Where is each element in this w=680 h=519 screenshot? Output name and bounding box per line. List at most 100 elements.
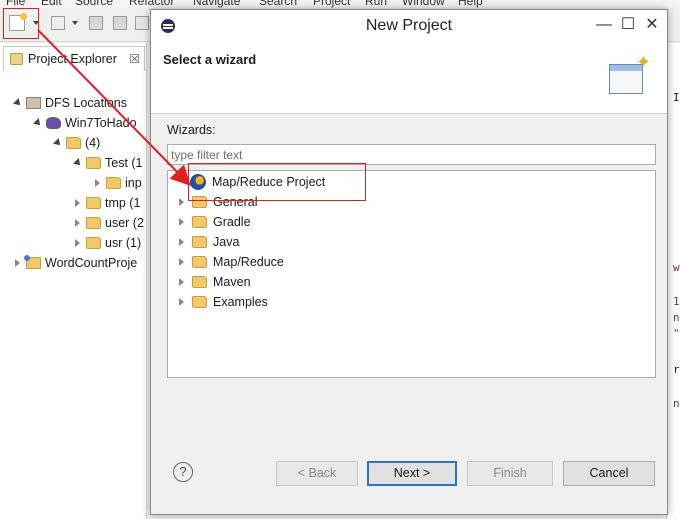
collapsed-icon[interactable] [178,278,186,286]
tree-item-test[interactable]: Test (1 [74,153,143,173]
tree-item-dfs-locations[interactable]: DFS Locations [14,93,127,113]
menu-window[interactable]: Window [402,0,445,8]
project-explorer-label: Project Explorer [28,52,117,66]
maximize-button[interactable]: ☐ [617,15,639,35]
back-button[interactable]: < Back [276,461,358,486]
tree-item-examples[interactable]: Examples [178,292,268,312]
banner-heading: Select a wizard [163,52,257,67]
collapsed-icon[interactable] [94,179,102,187]
wizards-label: Wizards: [167,123,216,137]
tree-item-input[interactable]: inp [94,173,142,193]
folder-icon [66,137,81,149]
editor-text: 1 [673,295,680,308]
collapsed-icon[interactable] [74,199,82,207]
tree-item-gradle[interactable]: Gradle [178,212,251,232]
menu-run[interactable]: Run [365,0,387,8]
menu-search[interactable]: Search [259,0,297,8]
menu-project[interactable]: Project [313,0,350,8]
save-icon[interactable] [89,16,103,30]
tree-item-label: user (2 [105,216,144,230]
folder-icon [192,276,207,288]
help-icon[interactable]: ? [173,462,193,482]
folder-icon [106,177,121,189]
tree-item-usr[interactable]: usr (1) [74,233,141,253]
menu-navigate[interactable]: Navigate [193,0,240,8]
next-button[interactable]: Next > [367,461,457,486]
tree-item-root-folder[interactable]: (4) [54,133,100,153]
tree-item-win7tohadoop[interactable]: Win7ToHado [34,113,137,133]
minimize-button[interactable]: — [593,15,615,35]
tree-item-label: Maven [213,275,251,289]
editor-area: I w 1 n " r n [666,43,680,519]
folder-icon [192,236,207,248]
project-explorer-panel: Project Explorer ☒ DFS Locations Win7ToH… [0,43,147,519]
folder-icon [86,217,101,229]
new-wizard-graphic-icon: ✦ [607,52,651,96]
editor-text: n [673,397,680,410]
tab-project-explorer[interactable]: Project Explorer ☒ [3,46,145,71]
tree-item-mapreduce[interactable]: Map/Reduce [178,252,284,272]
expanded-icon[interactable] [74,159,82,167]
expanded-icon[interactable] [34,119,42,127]
filter-input[interactable] [167,144,656,165]
tree-item-java[interactable]: Java [178,232,239,252]
new-class-dropdown-icon[interactable] [72,21,78,25]
tree-item-label: tmp (1 [105,196,141,210]
menu-help[interactable]: Help [458,0,483,8]
save-all-icon[interactable] [113,16,127,30]
editor-text: r [673,363,680,376]
dfs-icon [26,97,41,109]
dialog-title: New Project [365,17,453,34]
new-button-highlight [3,8,39,39]
folder-icon [86,197,101,209]
tree-item-wordcount-project[interactable]: WordCountProje [14,253,137,273]
tree-item-label: (4) [85,136,101,150]
menu-refactor[interactable]: Refactor [129,0,174,8]
print-icon[interactable] [135,16,149,30]
collapsed-icon[interactable] [178,218,186,226]
tree-item-label: inp [125,176,142,190]
new-project-dialog: New Project — ☐ ✕ Select a wizard ✦ Wiza… [150,9,668,515]
folder-icon [192,256,207,268]
menu-edit[interactable]: Edit [41,0,62,8]
collapsed-icon[interactable] [14,259,22,267]
tree-item-user[interactable]: user (2 [74,213,144,233]
close-button[interactable]: ✕ [641,15,663,35]
menu-bar: File Edit Source Refactor Navigate Searc… [0,0,680,8]
dialog-titlebar: New Project — ☐ ✕ [151,10,667,42]
tree-item-label: WordCountProje [45,256,138,270]
collapsed-icon[interactable] [74,239,82,247]
menu-file[interactable]: File [6,0,25,8]
tree-item-label: Java [213,235,240,249]
new-class-icon[interactable] [51,16,65,30]
mapreduce-project-highlight [188,163,366,201]
tree-item-label: DFS Locations [45,96,127,110]
finish-button[interactable]: Finish [467,461,553,486]
folder-icon [192,296,207,308]
editor-text: " [673,327,680,340]
tree-item-label: usr (1) [105,236,142,250]
collapsed-icon[interactable] [178,298,186,306]
expanded-icon[interactable] [14,99,22,107]
collapsed-icon[interactable] [178,238,186,246]
tree-item-label: Gradle [213,215,251,229]
collapsed-icon[interactable] [178,258,186,266]
tree-item-maven[interactable]: Maven [178,272,251,292]
close-icon[interactable]: ☒ [129,52,140,66]
tree-item-tmp[interactable]: tmp (1 [74,193,140,213]
java-project-icon [24,255,41,269]
editor-text: w [673,261,680,274]
tree-item-label: Test (1 [105,156,143,170]
hadoop-elephant-icon [46,117,61,129]
collapsed-icon[interactable] [178,198,186,206]
cancel-button[interactable]: Cancel [563,461,655,486]
folder-icon [86,237,101,249]
expanded-icon[interactable] [54,139,62,147]
tree-item-label: Examples [213,295,268,309]
collapsed-icon[interactable] [74,219,82,227]
wizard-banner: Select a wizard ✦ [151,42,667,114]
editor-text: n [673,311,680,324]
menu-source[interactable]: Source [75,0,113,8]
folder-icon [86,157,101,169]
tree-item-label: Map/Reduce [213,255,284,269]
